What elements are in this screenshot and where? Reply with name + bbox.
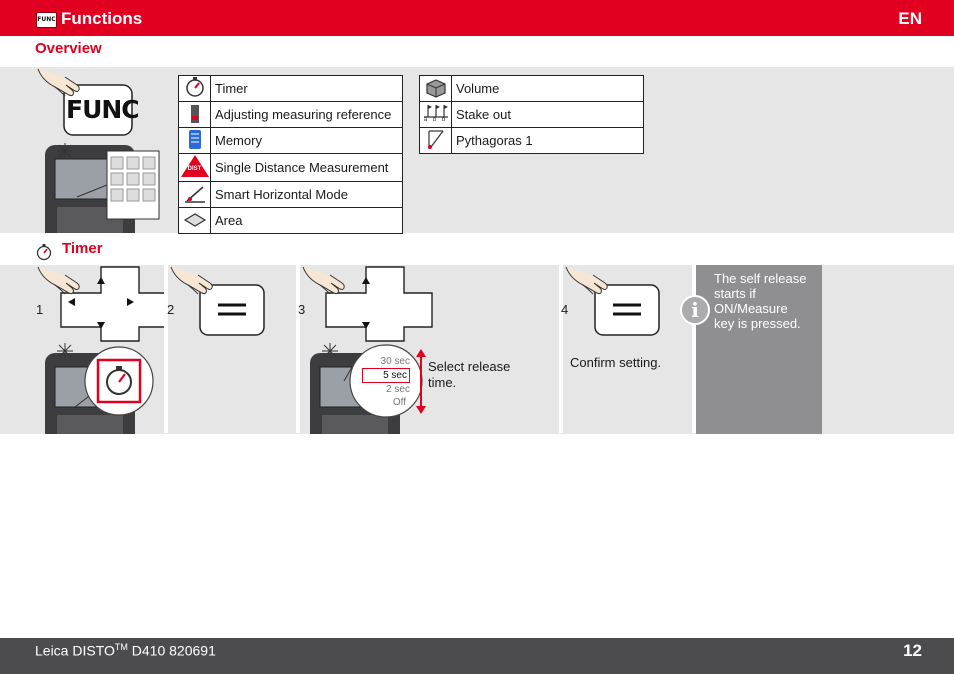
legend-label: Volume: [451, 75, 644, 102]
page-header: FUNC Functions EN: [0, 0, 954, 36]
legend-label: Smart Horizontal Mode: [210, 181, 403, 208]
timer-step-2: [168, 265, 296, 434]
timer-icon: [178, 75, 211, 102]
pythagoras-icon: [419, 127, 452, 154]
legend-label: Pythagoras 1: [451, 127, 644, 154]
legend-row-area: Area: [178, 207, 403, 234]
release-time-options: 30 sec 5 sec 2 sec Off: [362, 355, 410, 409]
release-option-selected: 5 sec: [362, 368, 410, 383]
legend-label: Area: [210, 207, 403, 234]
overview-legend-left: Timer Adjusting measuring reference Memo…: [178, 75, 403, 234]
func-key-label: FUNC: [66, 95, 140, 124]
footer-model: D410 820691: [127, 642, 216, 659]
stake-out-icon: a b b: [419, 101, 452, 128]
step-number: 2: [167, 302, 175, 317]
step-number: 1: [36, 302, 44, 317]
timer-step-1: [35, 265, 164, 434]
info-line: ON/Measure: [714, 301, 788, 316]
volume-icon: [419, 75, 452, 102]
area-icon: [178, 207, 211, 234]
release-option: 2 sec: [386, 384, 410, 395]
overview-illustration: FUNC: [35, 67, 163, 233]
info-icon: i: [680, 295, 710, 325]
info-line: key is pressed.: [714, 316, 801, 331]
legend-label: Adjusting measuring reference: [210, 101, 403, 128]
step-number: 4: [561, 302, 569, 317]
step-number: 3: [298, 302, 306, 317]
legend-row-timer: Timer: [178, 75, 403, 102]
legend-row-smart-horizontal: Smart Horizontal Mode: [178, 181, 403, 208]
page-footer: Leica DISTOTM D410 820691 12: [0, 638, 954, 674]
info-line: starts if: [714, 286, 756, 301]
legend-row-stake-out: a b b Stake out: [419, 101, 644, 128]
measuring-reference-icon: [178, 101, 211, 128]
release-option: Off: [392, 397, 406, 408]
timer-title: Timer: [62, 240, 103, 257]
memory-icon: [178, 127, 211, 154]
footer-product: Leica DISTOTM D410 820691: [35, 642, 216, 659]
legend-row-pythagoras: Pythagoras 1: [419, 127, 644, 154]
page-number: 12: [903, 641, 922, 660]
info-box: i The self release starts if ON/Measure …: [680, 265, 822, 434]
legend-row-dist: DIST Single Distance Measurement: [178, 153, 403, 182]
info-line: The self release: [714, 271, 807, 286]
trademark: TM: [114, 642, 128, 652]
legend-row-volume: Volume: [419, 75, 644, 102]
caption-line: Select release: [428, 359, 511, 374]
timer-step-3: 30 sec 5 sec 2 sec Off Select release ti…: [300, 265, 559, 434]
dist-icon: DIST: [178, 153, 211, 182]
legend-label: Timer: [210, 75, 403, 102]
footer-brand: Leica DISTO: [35, 642, 115, 659]
timer-step-4: Confirm setting.: [563, 265, 692, 434]
page-title: Functions: [61, 9, 143, 28]
caption-line: time.: [428, 375, 457, 390]
stake-out-icon-label: a b b: [423, 117, 448, 123]
legend-label: Single Distance Measurement: [210, 153, 403, 182]
overview-legend-right: Volume a b b Stake out Pythagoras 1: [419, 75, 644, 154]
dist-icon-label: DIST: [187, 166, 202, 172]
legend-label: Memory: [210, 127, 403, 154]
legend-row-reference: Adjusting measuring reference: [178, 101, 403, 128]
step-caption: Select release time.: [428, 359, 510, 391]
legend-label: Stake out: [451, 101, 644, 128]
release-option: 30 sec: [380, 356, 410, 367]
smart-horizontal-icon: [178, 181, 211, 208]
legend-row-memory: Memory: [178, 127, 403, 154]
timer-icon: [36, 244, 52, 261]
overview-title: Overview: [35, 40, 102, 57]
step-caption: Confirm setting.: [570, 355, 662, 370]
func-badge-icon: FUNC: [36, 12, 57, 28]
language-label: EN: [898, 9, 922, 28]
info-text: The self release starts if ON/Measure ke…: [714, 271, 814, 331]
